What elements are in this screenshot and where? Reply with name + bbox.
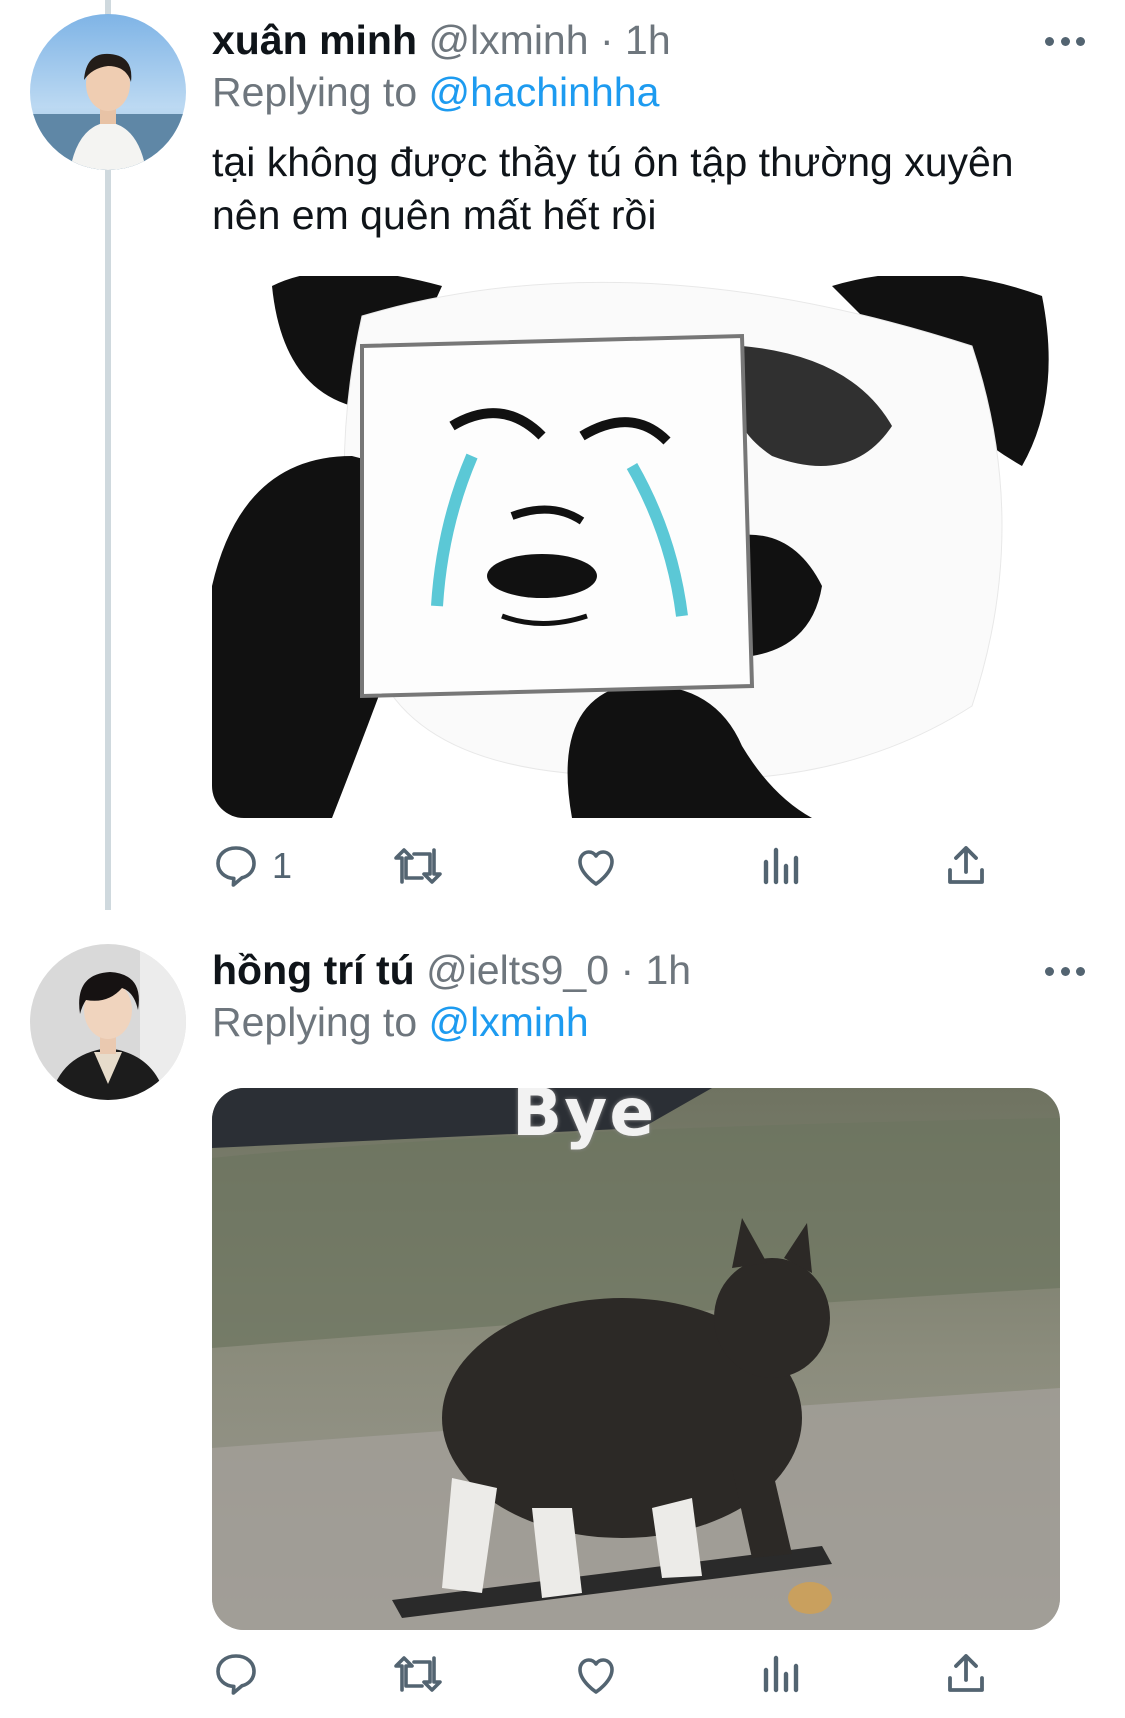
display-name[interactable]: xuân minh: [212, 17, 417, 63]
separator-dot: ·: [620, 947, 635, 993]
views-button[interactable]: [760, 836, 804, 896]
reply-button[interactable]: [212, 1644, 272, 1704]
views-icon: [760, 842, 804, 890]
views-icon: [760, 1650, 804, 1698]
tweet-image[interactable]: [212, 276, 1060, 818]
share-icon: [942, 842, 990, 890]
more-icon[interactable]: [1045, 35, 1085, 47]
tweet-text: tại không được thầy tú ôn tập thường xuy…: [212, 136, 1092, 242]
user-handle[interactable]: @ielts9_0: [426, 947, 609, 993]
like-button[interactable]: [572, 1644, 620, 1704]
share-button[interactable]: [942, 1644, 990, 1704]
mention-link[interactable]: @lxminh: [429, 999, 589, 1045]
reply-icon: [212, 1650, 260, 1698]
replying-to-line: Replying to @hachinhha: [212, 68, 659, 116]
tweet-1[interactable]: xuân minh @lxminh · 1h Replying to @hach…: [0, 0, 1125, 910]
timestamp[interactable]: 1h: [625, 17, 671, 63]
tweet-header: xuân minh @lxminh · 1h: [212, 16, 671, 64]
share-icon: [942, 1650, 990, 1698]
more-icon[interactable]: [1045, 965, 1085, 977]
like-icon: [572, 1650, 620, 1698]
retweet-icon: [392, 842, 444, 890]
tweet-header: hồng trí tú @ielts9_0 · 1h: [212, 946, 691, 994]
tweet-2[interactable]: hồng trí tú @ielts9_0 · 1h Replying to @…: [0, 930, 1125, 1718]
tweet-text-line: nên em quên mất hết rồi: [212, 192, 657, 238]
retweet-button[interactable]: [392, 1644, 444, 1704]
like-button[interactable]: [572, 836, 620, 896]
share-button[interactable]: [942, 836, 990, 896]
reply-icon: [212, 842, 260, 890]
replying-label: Replying to: [212, 999, 418, 1045]
tweet-text-line: tại không được thầy tú ôn tập thường xuy…: [212, 139, 1014, 185]
media-caption: Bye: [512, 1088, 657, 1151]
avatar[interactable]: [30, 14, 186, 170]
views-button[interactable]: [760, 1644, 804, 1704]
tweet-actions: [212, 1644, 1012, 1704]
like-icon: [572, 842, 620, 890]
tweet-actions: 1: [212, 836, 1012, 896]
retweet-icon: [392, 1650, 444, 1698]
mention-link[interactable]: @hachinhha: [429, 69, 660, 115]
user-handle[interactable]: @lxminh: [428, 17, 588, 63]
replying-label: Replying to: [212, 69, 418, 115]
timestamp[interactable]: 1h: [646, 947, 692, 993]
reply-count: 1: [272, 845, 293, 886]
replying-to-line: Replying to @lxminh: [212, 998, 589, 1046]
avatar[interactable]: [30, 944, 186, 1100]
reply-button[interactable]: 1: [212, 836, 292, 896]
retweet-button[interactable]: [392, 836, 444, 896]
display-name[interactable]: hồng trí tú: [212, 947, 415, 993]
tweet-image[interactable]: Bye: [212, 1088, 1060, 1630]
separator-dot: ·: [599, 17, 614, 63]
